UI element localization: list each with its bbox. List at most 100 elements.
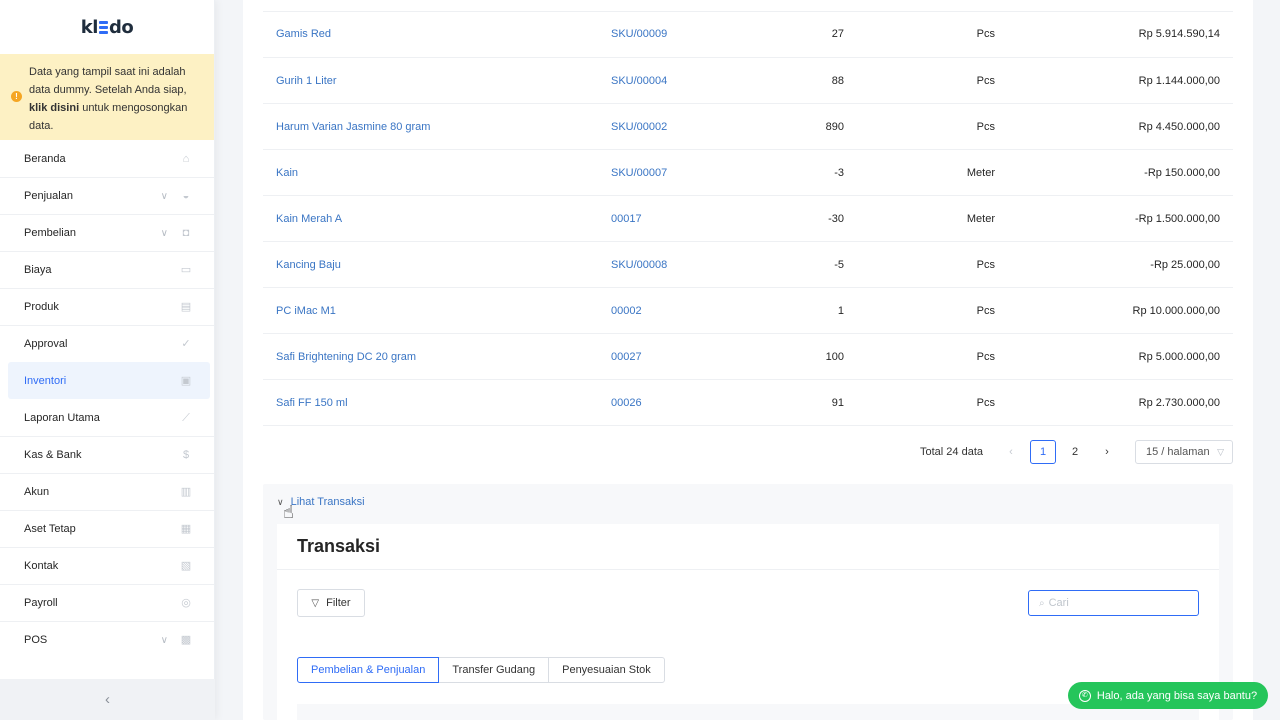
table-row: Kain Merah A 00017 -30 Meter -Rp 1.500.000,0…	[263, 196, 1233, 242]
sidebar-item-inventori[interactable]: Inventori ▣	[8, 362, 210, 399]
tab-penyesuaian-stok[interactable]: Penyesuaian Stok	[548, 657, 665, 683]
building-icon: ▦	[180, 523, 192, 535]
bag-icon: ◘	[182, 227, 190, 239]
product-value: -Rp 25.000,00	[1150, 258, 1220, 271]
sidebar-item-label: Approval	[24, 338, 68, 350]
product-sku-link[interactable]: SKU/00009	[611, 28, 667, 40]
product-name-link[interactable]: Safi FF 150 ml	[276, 397, 348, 409]
tab-transfer-gudang[interactable]: Transfer Gudang	[438, 657, 550, 683]
table-row: Kain SKU/00007 -3 Meter -Rp 150.000,00	[263, 150, 1233, 196]
page-1-button[interactable]: 1	[1030, 440, 1056, 464]
product-sku-link[interactable]: 00026	[611, 397, 642, 409]
transactions-title: Transaksi	[277, 524, 1219, 570]
sidebar-item-label: Akun	[24, 486, 50, 498]
clear-data-link[interactable]: klik disini	[29, 102, 79, 114]
sidebar-item-penjualan[interactable]: Penjualan ∨ ◒	[0, 177, 214, 214]
product-quantity: -3	[834, 166, 844, 179]
search-icon: ⌕	[1039, 597, 1045, 609]
chevron-down-icon: ∨	[160, 634, 168, 646]
chevron-left-icon: ‹	[105, 691, 110, 708]
filter-button[interactable]: ▽ Filter	[297, 589, 365, 617]
sidebar-item-biaya[interactable]: Biaya ▭	[0, 251, 214, 288]
sidebar-item-payroll[interactable]: Payroll ◎	[0, 584, 214, 621]
whatsapp-chat-button[interactable]: ✆ Halo, ada yang bisa saya bantu?	[1068, 682, 1268, 709]
contact-card-icon: ▧	[180, 560, 192, 572]
page-2-button[interactable]: 2	[1062, 440, 1088, 464]
sidebar-item-kas-bank[interactable]: Kas & Bank $	[0, 436, 214, 473]
sidebar-item-pos[interactable]: POS ∨ ▩	[0, 621, 214, 658]
sidebar-collapse-button[interactable]: ‹	[0, 679, 215, 720]
product-sku-link[interactable]: 00002	[611, 305, 642, 317]
chevron-down-icon: ▽	[1217, 446, 1224, 457]
product-value: Rp 10.000.000,00	[1132, 304, 1220, 317]
dummy-data-notice: ! Data yang tampil saat ini adalah data …	[0, 54, 214, 140]
sidebar-item-approval[interactable]: Approval ✓	[0, 325, 214, 362]
product-name-link[interactable]: Safi Brightening DC 20 gram	[276, 351, 416, 363]
table-row: Harum Varian Jasmine 80 gram SKU/00002 890…	[263, 104, 1233, 150]
pagination: Total 24 data ‹ 1 2 › 15 / halaman ▽	[920, 440, 1233, 464]
sidebar-item-beranda[interactable]: Beranda ⌂	[0, 140, 214, 177]
card-icon: ▭	[180, 264, 192, 276]
product-quantity: 890	[825, 120, 844, 133]
product-sku-link[interactable]: SKU/00008	[611, 259, 667, 271]
product-value: -Rp 150.000,00	[1144, 166, 1220, 179]
main-content: Gamis Red SKU/00009 27 Pcs Rp 5.914.590,14 Gu…	[243, 0, 1253, 720]
product-unit: Meter	[966, 212, 995, 225]
sidebar-item-kontak[interactable]: Kontak ▧	[0, 547, 214, 584]
sidebar-item-label: Produk	[24, 301, 59, 313]
whatsapp-label: Halo, ada yang bisa saya bantu?	[1096, 689, 1258, 702]
total-count: Total 24 data	[920, 446, 983, 458]
product-quantity: 100	[825, 350, 844, 363]
product-unit: Meter	[966, 166, 995, 179]
product-quantity: 1	[837, 304, 844, 317]
sidebar-item-pembelian[interactable]: Pembelian ∨ ◘	[0, 214, 214, 251]
product-name-link[interactable]: Kain	[276, 167, 298, 179]
logo-text-prefix: kl	[80, 16, 99, 38]
product-value: Rp 5.000.000,00	[1138, 350, 1220, 363]
inventory-icon: ▣	[180, 374, 192, 387]
sidebar-item-label: Kas & Bank	[24, 449, 82, 461]
product-name-link[interactable]: Gurih 1 Liter	[276, 75, 337, 87]
chart-icon: ⟋	[182, 411, 190, 424]
warning-icon: !	[11, 91, 22, 102]
tab-pembelian-penjualan[interactable]: Pembelian & Penjualan	[297, 657, 440, 683]
product-sku-link[interactable]: SKU/00007	[611, 167, 667, 179]
product-unit: Pcs	[976, 304, 995, 317]
product-name-link[interactable]: Kain Merah A	[276, 213, 342, 225]
product-name-link[interactable]: Gamis Red	[276, 28, 331, 40]
table-row: Safi FF 150 ml 00026 91 Pcs Rp 2.730.000,00	[263, 380, 1233, 426]
product-sku-link[interactable]: SKU/00004	[611, 75, 667, 87]
sidebar-item-label: Payroll	[24, 597, 58, 609]
sidebar-item-label: Biaya	[24, 264, 52, 276]
table-row: Gamis Red SKU/00009 27 Pcs Rp 5.914.590,14	[263, 0, 1233, 58]
product-unit: Pcs	[976, 350, 995, 363]
product-name-link[interactable]: Harum Varian Jasmine 80 gram	[276, 121, 430, 133]
sidebar-menu: Beranda ⌂ Penjualan ∨ ◒ Pembelian ∨ ◘ Biaya ▭ Prod…	[0, 140, 214, 658]
sidebar-item-produk[interactable]: Produk ▤	[0, 288, 214, 325]
product-name-link[interactable]: PC iMac M1	[276, 305, 336, 317]
product-sku-link[interactable]: SKU/00002	[611, 121, 667, 133]
product-value: Rp 2.730.000,00	[1138, 396, 1220, 409]
notice-text-before: Data yang tampil saat ini adalah data du…	[29, 66, 187, 96]
search-field[interactable]: ⌕	[1028, 590, 1199, 616]
basket-icon: ◒	[182, 190, 190, 202]
sidebar-item-akun[interactable]: Akun ▥	[0, 473, 214, 510]
next-page-button[interactable]: ›	[1094, 440, 1120, 464]
product-sku-link[interactable]: 00027	[611, 351, 642, 363]
sidebar-item-label: Beranda	[24, 152, 66, 165]
product-value: -Rp 1.500.000,00	[1134, 212, 1220, 225]
prev-page-button[interactable]: ‹	[998, 440, 1024, 464]
product-name-link[interactable]: Kancing Baju	[276, 259, 341, 271]
search-input[interactable]	[1048, 597, 1179, 609]
sidebar-item-aset-tetap[interactable]: Aset Tetap ▦	[0, 510, 214, 547]
sidebar-item-label: Aset Tetap	[24, 523, 76, 535]
product-sku-link[interactable]: 00017	[611, 213, 642, 225]
sidebar-item-label: Penjualan	[24, 190, 73, 202]
whatsapp-icon: ✆	[1078, 689, 1091, 702]
page-size-select[interactable]: 15 / halaman ▽	[1135, 440, 1233, 464]
product-value: Rp 1.144.000,00	[1138, 74, 1220, 87]
sidebar-item-label: Laporan Utama	[24, 411, 100, 424]
sidebar-item-laporan-utama[interactable]: Laporan Utama ⟋	[0, 399, 214, 436]
kledo-logo[interactable]: kl do	[0, 0, 214, 54]
table-row: Gurih 1 Liter SKU/00004 88 Pcs Rp 1.144.000,…	[263, 58, 1233, 104]
